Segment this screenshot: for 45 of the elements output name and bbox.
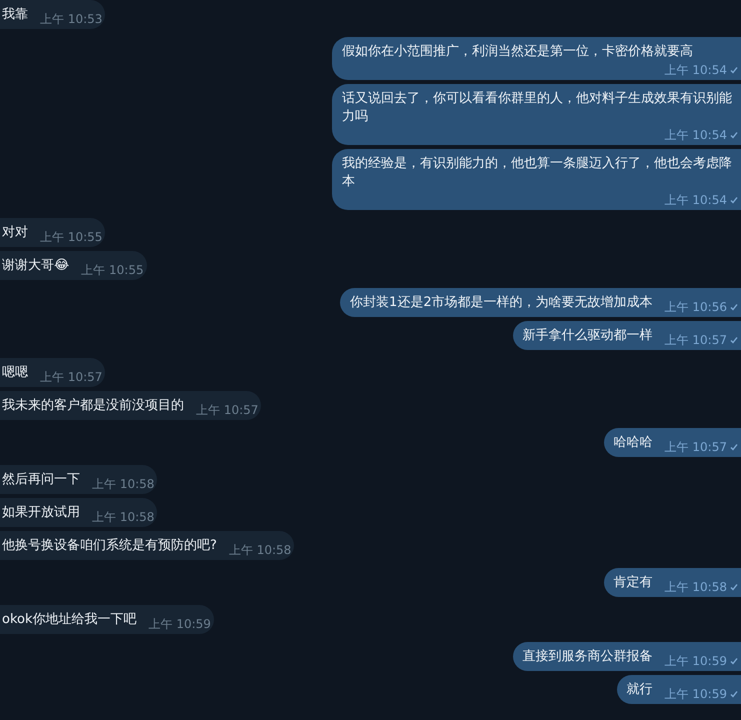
message-text: 你封装1还是2市场都是一样的，为啥要无故增加成本 — [350, 294, 653, 312]
message-time: 上午 10:58 — [92, 510, 154, 524]
message-text: 我的经验是，有识别能力的，他也算一条腿迈入行了，他也会考虑降本 — [342, 155, 733, 191]
check-icon — [730, 690, 738, 698]
message-text: 嗯嗯 — [2, 364, 28, 382]
message-text: 话又说回去了，你可以看看你群里的人，他对料子生成效果有识别能力吗 — [342, 90, 733, 126]
message-text: 谢谢大哥😂 — [2, 257, 70, 275]
message-time: 上午 10:55 — [40, 230, 102, 244]
message-text: 我靠 — [2, 6, 28, 24]
message-time: 上午 10:58 — [92, 477, 154, 491]
message-text: 我未来的客户都是没前没项目的 — [2, 397, 184, 415]
message-time: 上午 10:57 — [664, 440, 727, 454]
message-time: 上午 10:54 — [664, 193, 727, 207]
message-text: 如果开放试用 — [2, 504, 80, 522]
message-text: 直接到服务商公群报备 — [522, 648, 653, 666]
message-text: 新手拿什么驱动都一样 — [522, 327, 653, 345]
message-time: 上午 10:58 — [228, 543, 292, 557]
check-icon — [730, 196, 738, 204]
check-icon — [730, 131, 738, 139]
message-time: 上午 10:58 — [664, 580, 727, 594]
message-text: 对对 — [2, 224, 28, 242]
message-text: 肯定有 — [614, 574, 653, 592]
message-time: 上午 10:57 — [40, 370, 102, 384]
message-text: 哈哈哈 — [614, 434, 653, 452]
message-time: 上午 10:59 — [148, 617, 211, 631]
check-icon — [730, 303, 738, 311]
message-time: 上午 10:57 — [664, 333, 727, 347]
check-icon — [730, 336, 738, 344]
message-text: 然后再问一下 — [2, 471, 80, 489]
message-time: 上午 10:54 — [664, 128, 727, 142]
message-text: 假如你在小范围推广，利润当然还是第一位，卡密价格就要高 — [342, 43, 693, 61]
check-icon — [730, 66, 738, 74]
check-icon — [730, 583, 738, 591]
message-text: okok你地址给我一下吧 — [2, 611, 137, 629]
message-time: 上午 10:59 — [664, 654, 727, 668]
message-time: 上午 10:53 — [40, 12, 102, 26]
check-icon — [730, 443, 738, 451]
message-time: 上午 10:55 — [81, 263, 144, 277]
message-text: 就行 — [626, 681, 653, 699]
message-time: 上午 10:56 — [664, 300, 727, 314]
message-text: 他换号换设备咱们系统是有预防的吧? — [2, 537, 217, 555]
message-time: 上午 10:57 — [196, 403, 258, 417]
message-time: 上午 10:59 — [664, 687, 727, 701]
message-time: 上午 10:54 — [664, 63, 727, 77]
check-icon — [730, 657, 738, 665]
